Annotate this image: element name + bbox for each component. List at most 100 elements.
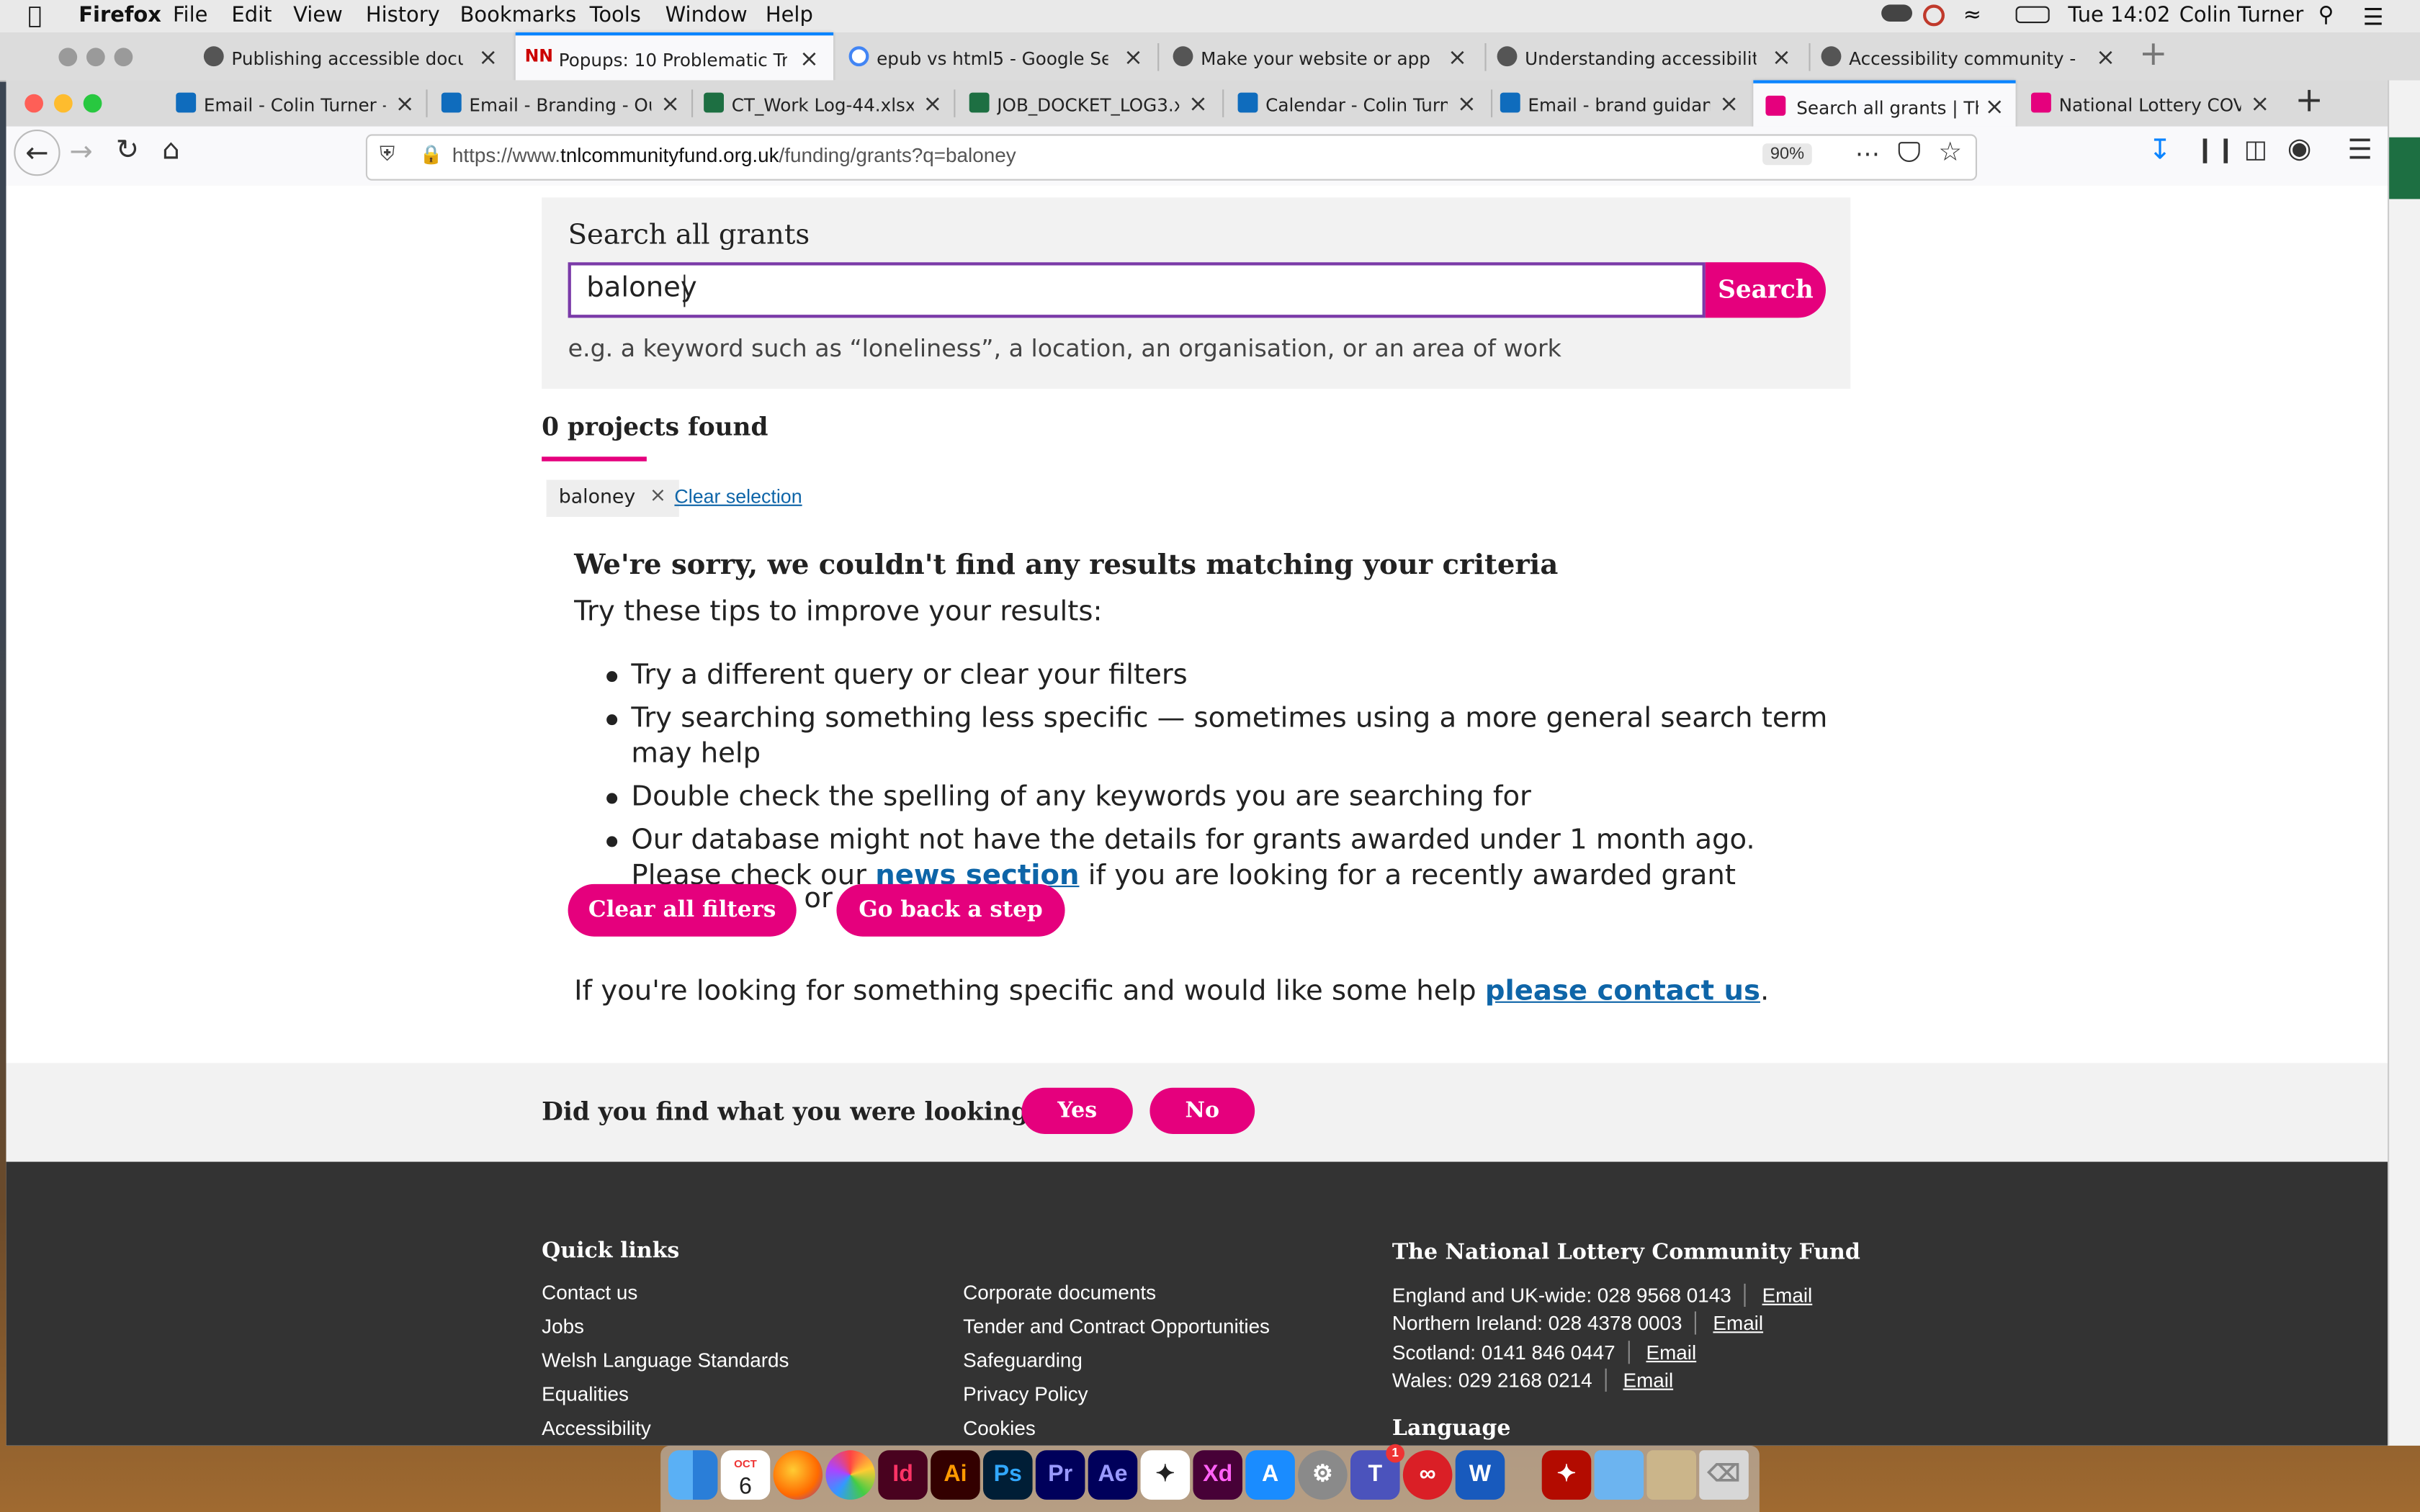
pocket-icon[interactable]	[1898, 142, 1920, 162]
trash-icon[interactable]: ⌫	[1699, 1450, 1749, 1500]
cloud-icon[interactable]	[1881, 4, 1912, 22]
close-icon[interactable]: ×	[1188, 89, 1208, 117]
creative-cloud-icon[interactable]	[1923, 4, 1945, 27]
sidebar-icon[interactable]: ◫	[2244, 134, 2267, 163]
window-close-button[interactable]	[58, 48, 78, 67]
back-tab-2[interactable]: NN Popups: 10 Problematic Trends ×	[515, 32, 834, 82]
email-link[interactable]: Email	[1627, 1341, 1696, 1364]
menu-tools[interactable]: Tools	[590, 3, 641, 27]
xd-icon[interactable]: Xd	[1193, 1450, 1242, 1500]
back-tab-6[interactable]: Accessibility community - Serv ×	[1815, 34, 2124, 80]
forward-arrow-icon[interactable]: →	[69, 136, 92, 168]
user-name[interactable]: Colin Turner	[2179, 3, 2304, 27]
window-zoom-button[interactable]	[83, 94, 102, 113]
tab-search-all-grants[interactable]: Search all grants | The N ×	[1753, 80, 2016, 130]
footer-link[interactable]: Tender and Contract Opportunities	[963, 1315, 1270, 1338]
bookmark-star-icon[interactable]: ☆	[1938, 138, 1962, 168]
email-link[interactable]: Email	[1604, 1368, 1674, 1392]
spotlight-search-icon[interactable]: ⚲	[2318, 3, 2334, 27]
tab-email-colin[interactable]: Email - Colin Turner - O ×	[170, 80, 426, 126]
app-menu[interactable]: Firefox	[79, 3, 161, 27]
apple-icon[interactable]: 	[28, 1, 42, 30]
after-effects-icon[interactable]: Ae	[1088, 1450, 1138, 1500]
firefox-icon[interactable]	[773, 1450, 823, 1500]
zoom-level-badge[interactable]: 90%	[1762, 143, 1812, 166]
footer-link[interactable]: Equalities	[542, 1382, 629, 1405]
footer-link[interactable]: Cookies	[963, 1416, 1036, 1439]
tab-national-lottery-covid[interactable]: National Lottery COVID ×	[2025, 80, 2281, 126]
reload-icon[interactable]: ↻	[116, 134, 139, 166]
close-icon[interactable]: ×	[799, 45, 819, 73]
library-icon[interactable]: ❙❙	[2195, 134, 2236, 163]
tab-email-branding[interactable]: Email - Branding - Outlo ×	[435, 80, 691, 126]
premiere-icon[interactable]: Pr	[1035, 1450, 1085, 1500]
close-icon[interactable]: ×	[395, 89, 415, 117]
close-icon[interactable]: ×	[1719, 89, 1739, 117]
acrobat-document-icon[interactable]: ✦	[1541, 1450, 1592, 1500]
close-icon[interactable]: ×	[1124, 43, 1143, 71]
footer-link[interactable]: Corporate documents	[963, 1281, 1156, 1304]
menu-window[interactable]: Window	[666, 3, 748, 27]
clear-all-filters-button[interactable]: Clear all filters	[568, 883, 797, 937]
back-arrow-icon[interactable]: ←	[14, 130, 60, 176]
system-preferences-icon[interactable]: ⚙	[1298, 1450, 1348, 1500]
chip-remove-icon[interactable]: ×	[650, 480, 666, 513]
close-icon[interactable]: ×	[478, 43, 498, 71]
window-minimize-button[interactable]	[54, 94, 73, 113]
go-back-button[interactable]: Go back a step	[836, 883, 1065, 937]
account-icon[interactable]: ◉	[2287, 132, 2312, 165]
back-tab-1[interactable]: Publishing accessible documen ×	[197, 34, 506, 80]
menu-file[interactable]: File	[173, 3, 207, 27]
shield-icon[interactable]: ⛨	[380, 143, 395, 166]
menu-help[interactable]: Help	[766, 3, 813, 27]
indesign-icon[interactable]: Id	[878, 1450, 928, 1500]
calendar-app-icon[interactable]: OCT 6	[720, 1450, 771, 1500]
close-icon[interactable]: ×	[923, 89, 942, 117]
filter-chip[interactable]: baloney ×	[546, 480, 679, 517]
window-minimize-button[interactable]	[86, 48, 105, 67]
search-input[interactable]: baloney	[568, 262, 1706, 318]
search-button[interactable]: Search	[1705, 262, 1826, 318]
downloads-icon[interactable]: ↧	[2148, 134, 2172, 166]
tab-job-docket[interactable]: JOB_DOCKET_LOG3.xlsx ×	[963, 80, 1219, 126]
lock-icon[interactable]: 🔒	[420, 143, 443, 165]
menu-history[interactable]: History	[366, 3, 440, 27]
menu-view[interactable]: View	[293, 3, 343, 27]
back-tab-5[interactable]: Understanding accessibility re ×	[1491, 34, 1800, 80]
close-icon[interactable]: ×	[660, 89, 680, 117]
email-link[interactable]: Email	[1743, 1283, 1813, 1307]
new-tab-plus-icon[interactable]: +	[2139, 35, 2168, 74]
menu-edit[interactable]: Edit	[231, 3, 272, 27]
footer-link[interactable]: Contact us	[542, 1281, 637, 1304]
folder-stack-icon[interactable]	[1646, 1450, 1696, 1500]
back-tab-3[interactable]: epub vs html5 - Google Search ×	[843, 34, 1152, 80]
back-tab-4[interactable]: Make your website or app acce ×	[1167, 34, 1476, 80]
close-icon[interactable]: ×	[1985, 93, 2004, 121]
close-icon[interactable]: ×	[2096, 43, 2115, 71]
url-bar[interactable]: ⛨ 🔒 https://www.tnlcommunityfund.org.uk/…	[365, 134, 1977, 181]
tab-ct-work-log[interactable]: CT_Work Log-44.xlsx ×	[698, 80, 954, 126]
tab-email-brand-guidance[interactable]: Email - brand guidance ×	[1494, 80, 1750, 126]
creative-cloud-icon[interactable]: ∞	[1402, 1450, 1453, 1500]
footer-link[interactable]: Accessibility	[542, 1416, 651, 1439]
app-store-icon[interactable]: A	[1245, 1450, 1295, 1500]
url-text[interactable]: https://www.tnlcommunityfund.org.uk/fund…	[452, 143, 1016, 166]
feedback-no-button[interactable]: No	[1150, 1087, 1255, 1134]
email-link[interactable]: Email	[1694, 1311, 1764, 1335]
new-tab-plus-icon[interactable]: +	[2295, 82, 2323, 121]
footer-link[interactable]: Safeguarding	[963, 1349, 1083, 1372]
footer-link[interactable]: Welsh Language Standards	[542, 1349, 789, 1372]
illustrator-icon[interactable]: Ai	[931, 1450, 980, 1500]
feedback-yes-button[interactable]: Yes	[1021, 1087, 1133, 1134]
tab-calendar[interactable]: Calendar - Colin Turner ×	[1232, 80, 1488, 126]
menu-bookmarks[interactable]: Bookmarks	[460, 3, 577, 27]
finder-icon[interactable]	[668, 1450, 718, 1500]
teams-icon[interactable]: T1	[1350, 1444, 1404, 1500]
hamburger-menu-icon[interactable]: ☰	[2347, 134, 2372, 166]
footer-link[interactable]: Jobs	[542, 1315, 584, 1338]
footer-link[interactable]: Privacy Policy	[963, 1382, 1088, 1405]
battery-icon[interactable]	[2015, 6, 2050, 24]
acrobat-icon[interactable]: ✦	[1140, 1450, 1191, 1500]
close-icon[interactable]: ×	[1457, 89, 1476, 117]
page-actions-icon[interactable]: ⋯	[1855, 139, 1880, 168]
